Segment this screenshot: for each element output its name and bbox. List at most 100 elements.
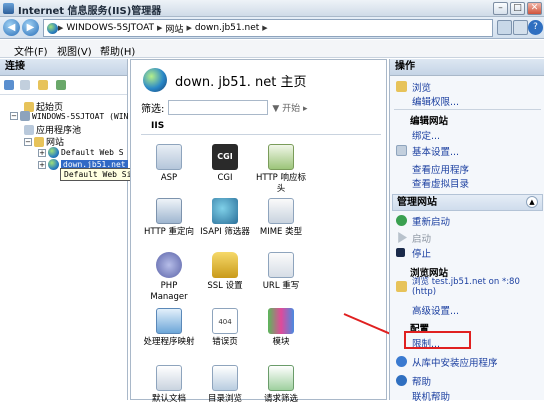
feature-default-document[interactable]: 默认文档 bbox=[141, 365, 197, 405]
window-title: Internet 信息服务(IIS)管理器 bbox=[18, 6, 162, 17]
maximize-button[interactable]: □ bbox=[510, 2, 525, 15]
filter-label: 筛选: bbox=[141, 103, 165, 115]
server-icon bbox=[20, 111, 30, 121]
features-pane: down. jb51. net 主页 筛选: ▼ 开始 ▸ IIS ASP CG… bbox=[130, 59, 387, 404]
directory-icon bbox=[212, 365, 238, 391]
globe-icon bbox=[47, 22, 58, 34]
globe-icon bbox=[143, 68, 167, 92]
feature-label: ISAPI 筛选器 bbox=[200, 227, 250, 237]
error-page-icon: 404 bbox=[212, 308, 238, 334]
feature-label: 错误页 bbox=[212, 337, 238, 347]
folder-icon[interactable] bbox=[38, 80, 48, 90]
action-restart[interactable]: 重新启动 bbox=[412, 214, 450, 228]
page-title-row: down. jb51. net 主页 bbox=[143, 68, 306, 92]
feature-label: SSL 设置 bbox=[207, 281, 243, 291]
help-icon[interactable]: ? bbox=[528, 20, 543, 35]
expand-icon[interactable]: + bbox=[38, 148, 46, 157]
action-view-virtual-dirs[interactable]: 查看虚拟目录 bbox=[412, 176, 469, 190]
feature-http-headers[interactable]: HTTP 响应标头 bbox=[253, 144, 309, 195]
home-icon bbox=[24, 101, 34, 112]
menu-help[interactable]: 帮助(H) bbox=[100, 43, 135, 58]
connections-toolbar bbox=[0, 76, 127, 95]
tree-default-site[interactable]: + Default Web S bbox=[38, 147, 124, 158]
iis-app-icon bbox=[3, 3, 14, 14]
feature-error-pages[interactable]: 404 错误页 bbox=[197, 308, 253, 348]
tree-server[interactable]: − WINDOWS-5SJTOAT (WIN bbox=[10, 111, 128, 121]
action-install-from-gallery[interactable]: 从库中安装应用程序 bbox=[412, 355, 498, 369]
section-edit-site: 编辑网站 bbox=[410, 116, 449, 127]
annotation-highlight-box bbox=[404, 331, 471, 349]
feature-php-manager[interactable]: PHP Manager bbox=[141, 252, 197, 303]
stop-icon[interactable] bbox=[513, 20, 528, 35]
redirect-icon bbox=[156, 198, 182, 224]
action-browse[interactable]: 浏览 bbox=[412, 80, 431, 94]
tree-label: WINDOWS-5SJTOAT (WIN bbox=[32, 111, 129, 121]
action-basic-settings[interactable]: 基本设置... bbox=[412, 144, 459, 158]
action-help[interactable]: 帮助 bbox=[412, 374, 431, 388]
collapse-icon[interactable]: − bbox=[10, 112, 18, 120]
address-bar[interactable]: ▶ WINDOWS-5SJTOAT ▶ 网站 ▶ down.jb51.net ▶ bbox=[43, 19, 493, 37]
feature-label: URL 重写 bbox=[262, 281, 300, 291]
feature-request-filtering[interactable]: 请求筛选 bbox=[253, 365, 309, 405]
separator-icon: ▶ bbox=[186, 24, 192, 32]
gallery-icon bbox=[396, 356, 407, 367]
feature-cgi[interactable]: CGI CGI bbox=[197, 144, 253, 184]
feature-handler-mappings[interactable]: 处理程序映射 bbox=[141, 308, 197, 348]
save-icon[interactable] bbox=[20, 80, 30, 90]
rewrite-icon bbox=[268, 252, 294, 278]
globe-icon bbox=[48, 159, 59, 170]
feature-ssl[interactable]: SSL 设置 bbox=[197, 252, 253, 292]
folder-icon bbox=[34, 136, 44, 147]
action-online-help[interactable]: 联机帮助 bbox=[412, 389, 450, 403]
expand-icon[interactable]: + bbox=[38, 160, 46, 169]
feature-url-rewrite[interactable]: URL 重写 bbox=[253, 252, 309, 292]
action-advanced-settings[interactable]: 高级设置... bbox=[412, 303, 459, 317]
settings-icon bbox=[396, 145, 407, 156]
feature-isapi-filters[interactable]: ISAPI 筛选器 bbox=[197, 198, 253, 238]
handler-icon bbox=[156, 308, 182, 334]
menu-bar: 文件(F) 视图(V) 帮助(H) bbox=[0, 40, 544, 58]
action-browse-binding[interactable]: 浏览 test.jb51.net on *:80 (http) bbox=[412, 277, 540, 297]
start-button[interactable]: ▼ 开始 ▸ bbox=[272, 101, 307, 114]
feature-mime-types[interactable]: MIME 类型 bbox=[253, 198, 309, 238]
lock-icon bbox=[212, 252, 238, 278]
breadcrumb-server[interactable]: WINDOWS-5SJTOAT bbox=[66, 23, 154, 33]
chevron-up-icon[interactable]: ▲ bbox=[526, 196, 538, 208]
breadcrumb-site[interactable]: down.jb51.net bbox=[195, 23, 259, 33]
feature-http-redirect[interactable]: HTTP 重定向 bbox=[141, 198, 197, 238]
breadcrumb-sites[interactable]: 网站 bbox=[165, 22, 183, 35]
action-bindings[interactable]: 绑定... bbox=[412, 128, 440, 142]
filter-input[interactable] bbox=[168, 99, 269, 115]
feature-modules[interactable]: 模块 bbox=[253, 308, 309, 348]
filter-bar: 筛选: ▼ 开始 ▸ bbox=[141, 98, 381, 116]
feature-asp[interactable]: ASP bbox=[141, 144, 197, 184]
action-start[interactable]: 启动 bbox=[412, 231, 431, 245]
menu-file[interactable]: 文件(F) bbox=[14, 43, 48, 58]
feature-label: HTTP 响应标头 bbox=[256, 173, 306, 194]
tree-icon[interactable] bbox=[56, 80, 66, 90]
back-button[interactable]: ◀ bbox=[3, 19, 20, 36]
feature-label: 目录浏览 bbox=[207, 394, 242, 404]
feature-label: 请求筛选 bbox=[263, 394, 298, 404]
menu-view[interactable]: 视图(V) bbox=[57, 43, 92, 58]
separator-icon: ▶ bbox=[262, 24, 268, 32]
php-icon bbox=[156, 252, 182, 278]
feature-label: CGI bbox=[217, 173, 233, 183]
close-button[interactable]: ✕ bbox=[527, 2, 542, 15]
feature-directory-browsing[interactable]: 目录浏览 bbox=[197, 365, 253, 405]
connect-icon[interactable] bbox=[4, 80, 14, 90]
action-edit-permissions[interactable]: 编辑权限... bbox=[412, 94, 459, 108]
forward-button[interactable]: ▶ bbox=[22, 19, 39, 36]
collapse-icon[interactable]: − bbox=[24, 137, 32, 146]
refresh-icon[interactable] bbox=[497, 20, 512, 35]
cgi-icon: CGI bbox=[212, 144, 238, 170]
modules-icon bbox=[268, 308, 294, 334]
feature-label: ASP bbox=[160, 173, 178, 183]
navigation-bar: ◀ ▶ ▶ WINDOWS-5SJTOAT ▶ 网站 ▶ down.jb51.n… bbox=[0, 17, 544, 39]
separator-icon: ▶ bbox=[157, 24, 163, 32]
action-stop[interactable]: 停止 bbox=[412, 246, 431, 260]
page-title: down. jb51. net 主页 bbox=[175, 74, 307, 90]
minimize-button[interactable]: – bbox=[493, 2, 508, 15]
action-view-applications[interactable]: 查看应用程序 bbox=[412, 162, 469, 176]
connections-pane: 连接 起始页 − WINDOWS-5SJTOAT (WIN 应用程序池 − 网站… bbox=[0, 59, 128, 400]
